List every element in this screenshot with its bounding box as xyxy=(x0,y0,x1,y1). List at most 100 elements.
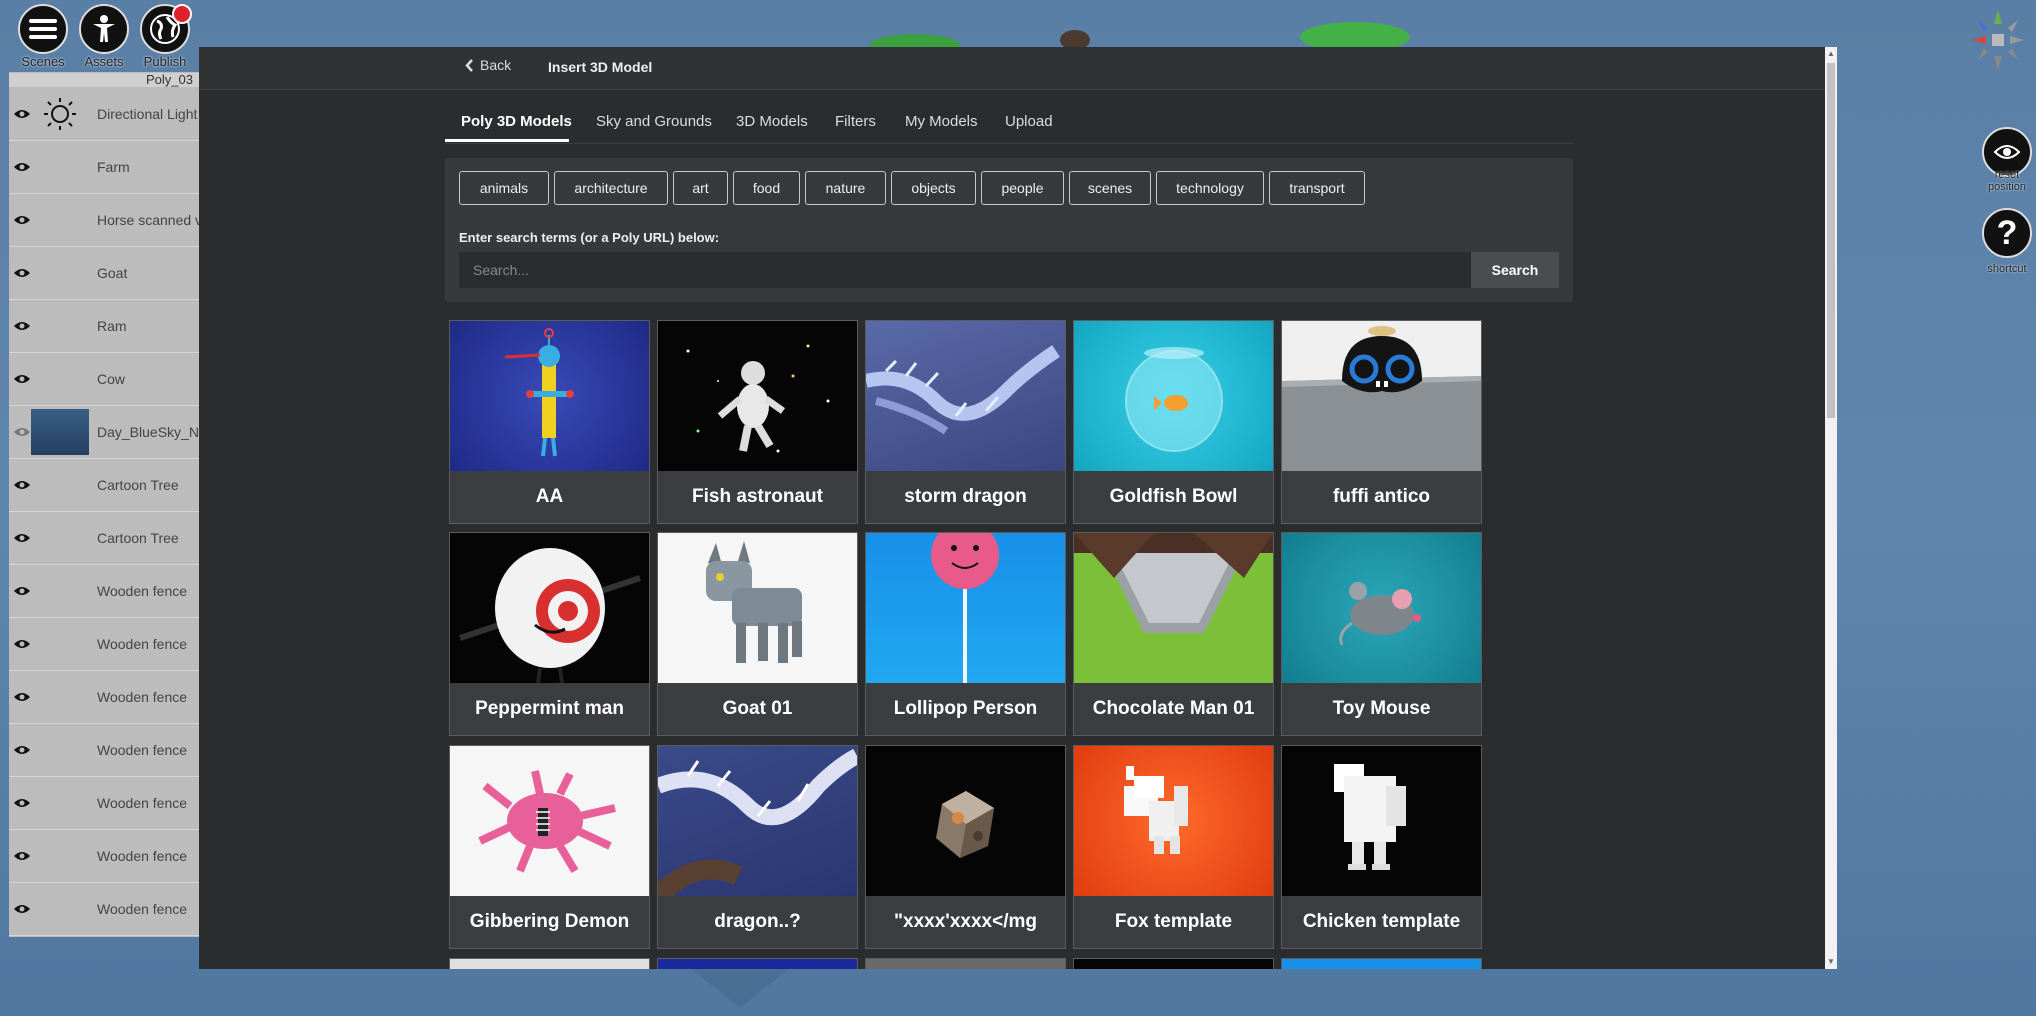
eye-icon[interactable] xyxy=(13,744,31,756)
category-architecture[interactable]: architecture xyxy=(554,171,668,205)
category-food[interactable]: food xyxy=(733,171,800,205)
hierarchy-row[interactable]: Directional Light xyxy=(9,88,199,141)
hierarchy-row[interactable]: Wooden fence xyxy=(9,565,199,618)
model-title: Fox template xyxy=(1114,911,1233,932)
model-title: storm dragon xyxy=(904,486,1027,507)
model-card-toy-mouse[interactable]: Toy Mouse xyxy=(1281,532,1482,736)
scroll-up-arrow[interactable]: ▲ xyxy=(1825,47,1837,61)
hierarchy-item-label: Wooden fence xyxy=(97,583,188,599)
eye-icon[interactable] xyxy=(13,214,31,226)
hierarchy-row[interactable]: Wooden fence xyxy=(9,777,199,830)
scenes-button[interactable] xyxy=(18,4,68,54)
category-nature[interactable]: nature xyxy=(805,171,886,205)
model-thumbnail xyxy=(1074,746,1273,896)
background-shape xyxy=(690,968,790,1008)
modal-scrollbar[interactable]: ▲ ▼ xyxy=(1825,47,1837,969)
tab-poly-3d-models[interactable]: Poly 3D Models xyxy=(461,113,572,130)
eye-icon[interactable] xyxy=(13,850,31,862)
hierarchy-row[interactable]: Wooden fence xyxy=(9,883,199,936)
model-card-lollipop-person[interactable]: Lollipop Person xyxy=(865,532,1066,736)
hierarchy-row[interactable]: Day_BlueSky_N xyxy=(9,406,199,459)
eye-icon[interactable] xyxy=(13,638,31,650)
category-technology[interactable]: technology xyxy=(1156,171,1264,205)
model-thumbnail xyxy=(450,746,649,896)
hierarchy-row[interactable]: Wooden fence xyxy=(9,830,199,883)
hierarchy-row[interactable]: Horse scanned v xyxy=(9,194,199,247)
model-card-partial[interactable] xyxy=(657,958,858,969)
model-title: fuffi antico xyxy=(1332,486,1431,507)
assets-button[interactable] xyxy=(79,4,129,54)
tab-3d-models[interactable]: 3D Models xyxy=(736,113,808,130)
search-input[interactable] xyxy=(459,252,1471,288)
model-title: Chicken template xyxy=(1302,911,1461,932)
model-card-goldfish-bowl[interactable]: Goldfish Bowl xyxy=(1073,320,1274,524)
scroll-down-arrow[interactable]: ▼ xyxy=(1825,955,1837,969)
eye-icon[interactable] xyxy=(13,797,31,809)
tab-filters[interactable]: Filters xyxy=(835,113,876,130)
model-card-dragon[interactable]: dragon..? xyxy=(657,745,858,949)
model-card-partial[interactable] xyxy=(1281,958,1482,969)
eye-icon[interactable] xyxy=(13,426,31,438)
tab-sky-and-grounds[interactable]: Sky and Grounds xyxy=(596,113,712,130)
eye-icon[interactable] xyxy=(13,373,31,385)
model-title: Fish astronaut xyxy=(692,486,823,507)
hierarchy-row[interactable]: Cartoon Tree xyxy=(9,512,199,565)
hierarchy-row[interactable]: Cow xyxy=(9,353,199,406)
hierarchy-item-label: Cow xyxy=(97,371,126,387)
model-card-gibbering-demon[interactable]: Gibbering Demon xyxy=(449,745,650,949)
search-button[interactable]: Search xyxy=(1471,252,1559,288)
model-card-fuffi-antico[interactable]: fuffi antico xyxy=(1281,320,1482,524)
eye-icon[interactable] xyxy=(13,691,31,703)
modal-title: Insert 3D Model xyxy=(548,59,653,75)
eye-icon[interactable] xyxy=(13,320,31,332)
category-animals[interactable]: animals xyxy=(459,171,549,205)
model-card-chocolate-man-01[interactable]: Chocolate Man 01 xyxy=(1073,532,1274,736)
category-objects[interactable]: objects xyxy=(891,171,976,205)
eye-icon[interactable] xyxy=(13,161,31,173)
tab-my-models[interactable]: My Models xyxy=(905,113,978,130)
hierarchy-item-label: Goat xyxy=(97,265,128,281)
model-title: Peppermint man xyxy=(475,698,624,719)
eye-icon[interactable] xyxy=(13,479,31,491)
model-thumbnail xyxy=(866,746,1065,896)
model-title: Goat 01 xyxy=(722,698,793,719)
model-card-partial[interactable] xyxy=(449,958,650,969)
eye-icon[interactable] xyxy=(13,532,31,544)
model-thumbnail xyxy=(1074,533,1273,683)
model-card-storm-dragon[interactable]: storm dragon xyxy=(865,320,1066,524)
model-card-goat-01[interactable]: Goat 01 xyxy=(657,532,858,736)
orientation-gizmo[interactable] xyxy=(1964,6,2032,74)
model-card-fox-template[interactable]: Fox template xyxy=(1073,745,1274,949)
hierarchy-row[interactable]: Farm xyxy=(9,141,199,194)
model-thumbnail xyxy=(1074,321,1273,471)
search-panel: animals architecture art food nature obj… xyxy=(445,158,1573,302)
search-label: Enter search terms (or a Poly URL) below… xyxy=(459,230,720,245)
eye-icon[interactable] xyxy=(13,585,31,597)
category-art[interactable]: art xyxy=(673,171,728,205)
tab-upload[interactable]: Upload xyxy=(1005,113,1053,130)
eye-icon[interactable] xyxy=(13,108,31,120)
eye-icon[interactable] xyxy=(13,267,31,279)
scrollbar-thumb[interactable] xyxy=(1827,63,1835,418)
model-card-partial[interactable] xyxy=(1073,958,1274,969)
model-card-partial[interactable] xyxy=(865,958,1066,969)
model-card-peppermint-man[interactable]: Peppermint man xyxy=(449,532,650,736)
category-transport[interactable]: transport xyxy=(1269,171,1365,205)
model-card-fish-astronaut[interactable]: Fish astronaut xyxy=(657,320,858,524)
hierarchy-row[interactable]: Cartoon Tree xyxy=(9,459,199,512)
model-card-xxxx[interactable]: "xxxx'xxxx</mg xyxy=(865,745,1066,949)
eye-icon[interactable] xyxy=(13,903,31,915)
shortcut-button[interactable]: ? xyxy=(1982,208,2032,258)
back-button[interactable]: Back xyxy=(465,57,511,73)
model-card-chicken-template[interactable]: Chicken template xyxy=(1281,745,1482,949)
hierarchy-row[interactable]: Ram xyxy=(9,300,199,353)
hierarchy-row[interactable]: Wooden fence xyxy=(9,671,199,724)
hierarchy-row[interactable]: Goat xyxy=(9,247,199,300)
hierarchy-row[interactable]: Wooden fence xyxy=(9,618,199,671)
hierarchy-row[interactable]: Wooden fence xyxy=(9,724,199,777)
category-people[interactable]: people xyxy=(981,171,1064,205)
model-title: Toy Mouse xyxy=(1332,698,1431,719)
model-card-aa[interactable]: AA xyxy=(449,320,650,524)
shortcut-label: shortcut xyxy=(1987,263,2027,275)
category-scenes[interactable]: scenes xyxy=(1069,171,1151,205)
